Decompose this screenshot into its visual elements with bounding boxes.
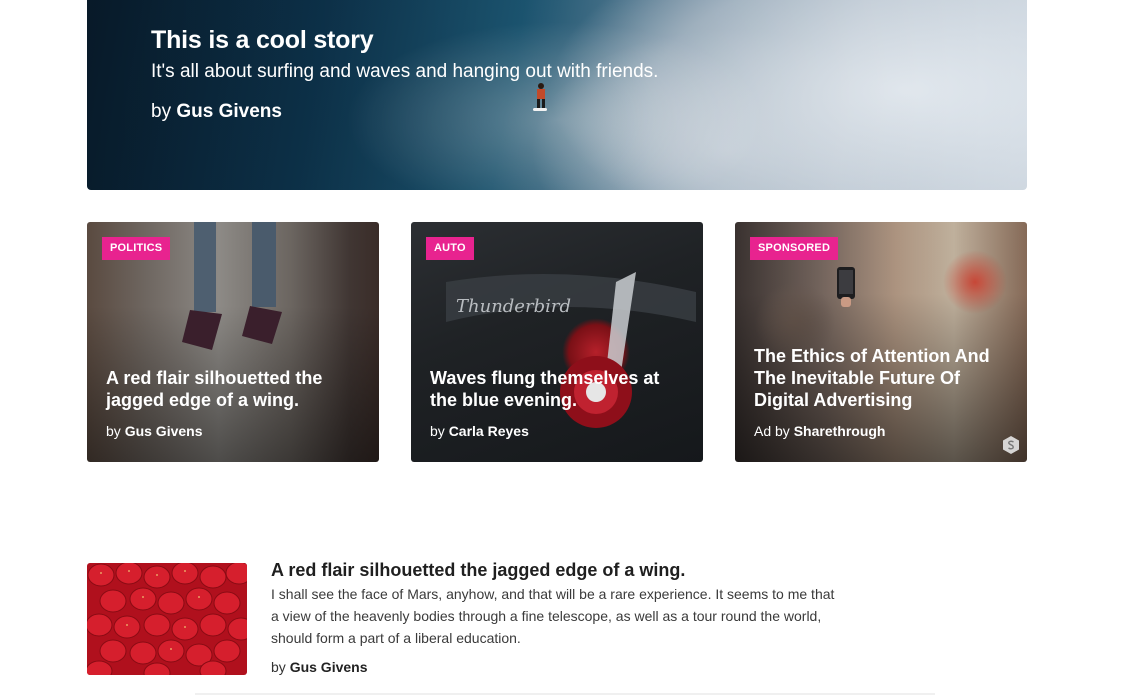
hero-story[interactable]: This is a cool story It's all about surf… <box>87 0 1027 190</box>
hero-byline-prefix: by <box>151 101 172 122</box>
story-card-sponsored[interactable]: SPONSORED The Ethics of Attention And Th… <box>735 222 1027 462</box>
hero-subtitle: It's all about surfing and waves and han… <box>151 61 659 82</box>
card-title[interactable]: A red flair silhouetted the jagged edge … <box>106 367 363 411</box>
card-title[interactable]: The Ethics of Attention And The Inevitab… <box>754 345 1011 411</box>
strawberries-icon <box>87 563 247 675</box>
list-author[interactable]: Gus Givens <box>290 659 368 675</box>
phone-photo-image <box>837 267 855 307</box>
card-byline-prefix: Ad by <box>754 423 790 439</box>
hero-author[interactable]: Gus Givens <box>176 101 282 122</box>
car-tail-image: Thunderbird <box>446 272 696 428</box>
list-item-title[interactable]: A red flair silhouetted the jagged edge … <box>271 560 685 581</box>
jumping-legs-image <box>182 222 282 350</box>
category-tag[interactable]: SPONSORED <box>750 237 839 260</box>
hero-byline: by Gus Givens <box>151 101 658 123</box>
category-tag[interactable]: AUTO <box>426 237 474 260</box>
card-byline: by Gus Givens <box>106 423 203 439</box>
sharethrough-icon[interactable] <box>1003 436 1019 454</box>
card-byline: by Carla Reyes <box>430 423 529 439</box>
hero-title[interactable]: This is a cool story <box>151 26 658 55</box>
card-byline-prefix: by <box>106 423 121 439</box>
list-item-excerpt: I shall see the face of Mars, anyhow, an… <box>271 586 835 646</box>
story-card-politics[interactable]: POLITICS A red flair silhouetted the jag… <box>87 222 379 462</box>
card-title[interactable]: Waves flung themselves at the blue eveni… <box>430 367 687 411</box>
list-item-byline: by Gus Givens <box>271 659 368 675</box>
story-list-item[interactable]: A red flair silhouetted the jagged edge … <box>87 560 847 683</box>
card-author[interactable]: Carla Reyes <box>449 423 529 439</box>
story-card-auto[interactable]: Thunderbird AUTO Waves flung themselves … <box>411 222 703 462</box>
hero-text: This is a cool story It's all about surf… <box>151 26 658 123</box>
card-byline-prefix: by <box>430 423 445 439</box>
svg-text:Thunderbird: Thunderbird <box>456 296 571 317</box>
divider <box>195 693 935 695</box>
card-author[interactable]: Gus Givens <box>125 423 203 439</box>
list-byline-prefix: by <box>271 659 286 675</box>
card-author[interactable]: Sharethrough <box>794 423 886 439</box>
strawberries-image[interactable] <box>87 563 247 675</box>
category-tag[interactable]: POLITICS <box>102 237 171 260</box>
card-byline: Ad by Sharethrough <box>754 423 885 439</box>
page: This is a cool story It's all about surf… <box>0 0 1121 697</box>
